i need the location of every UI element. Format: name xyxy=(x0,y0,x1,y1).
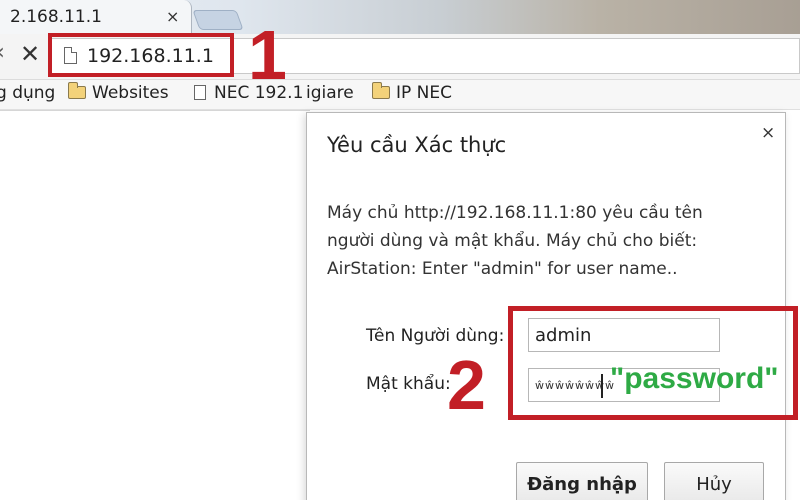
page-divider xyxy=(0,110,310,500)
bookmark-label: g dụng xyxy=(0,83,56,103)
bookmark-label: NEC 192.1 xyxy=(214,83,304,103)
page-icon xyxy=(194,85,206,100)
tab-close-icon[interactable]: × xyxy=(166,7,179,26)
cancel-button[interactable]: Hủy xyxy=(664,462,764,500)
password-hint: "password" xyxy=(610,362,779,395)
dialog-message: Máy chủ http://192.168.11.1:80 yêu cầu t… xyxy=(327,199,747,283)
bookmark-label: igiare xyxy=(306,83,354,103)
bookmark-ip-nec[interactable]: IP NEC xyxy=(372,82,452,103)
highlight-box-url xyxy=(48,33,234,77)
dialog-title: Yêu cầu Xác thực xyxy=(327,133,507,157)
login-button[interactable]: Đăng nhập xyxy=(516,462,648,500)
tab-title: 2.168.11.1 xyxy=(10,7,102,27)
bookmarks-bar: g dụng Websites NEC 192.1 igiare IP NEC xyxy=(0,80,800,110)
stop-icon[interactable]: ✕ xyxy=(20,40,40,68)
bookmark-label: Websites xyxy=(92,83,169,103)
close-icon[interactable]: × xyxy=(761,123,775,143)
bookmark-apps[interactable]: g dụng xyxy=(0,83,55,103)
message-line: AirStation: Enter "admin" for user name.… xyxy=(327,259,678,279)
browser-tab[interactable]: 2.168.11.1 × xyxy=(0,0,192,34)
message-line: Máy chủ http://192.168.11.1:80 yêu cầu t… xyxy=(327,203,703,223)
username-label: Tên Người dùng: xyxy=(366,326,505,346)
folder-icon xyxy=(372,82,390,99)
bookmark-nec[interactable]: NEC 192.1 xyxy=(194,83,303,103)
folder-icon xyxy=(68,82,86,99)
bookmark-giare[interactable]: igiare xyxy=(306,83,354,103)
bookmark-websites[interactable]: Websites xyxy=(68,82,169,103)
password-label: Mật khẩu: xyxy=(366,374,451,394)
back-arrow-icon[interactable]: ‹ xyxy=(0,40,5,65)
new-tab-button[interactable] xyxy=(192,10,244,30)
message-line: người dùng và mật khẩu. Máy chủ cho biết… xyxy=(327,231,698,251)
step-2-marker: 2 xyxy=(447,346,486,424)
bookmark-label: IP NEC xyxy=(396,83,452,103)
